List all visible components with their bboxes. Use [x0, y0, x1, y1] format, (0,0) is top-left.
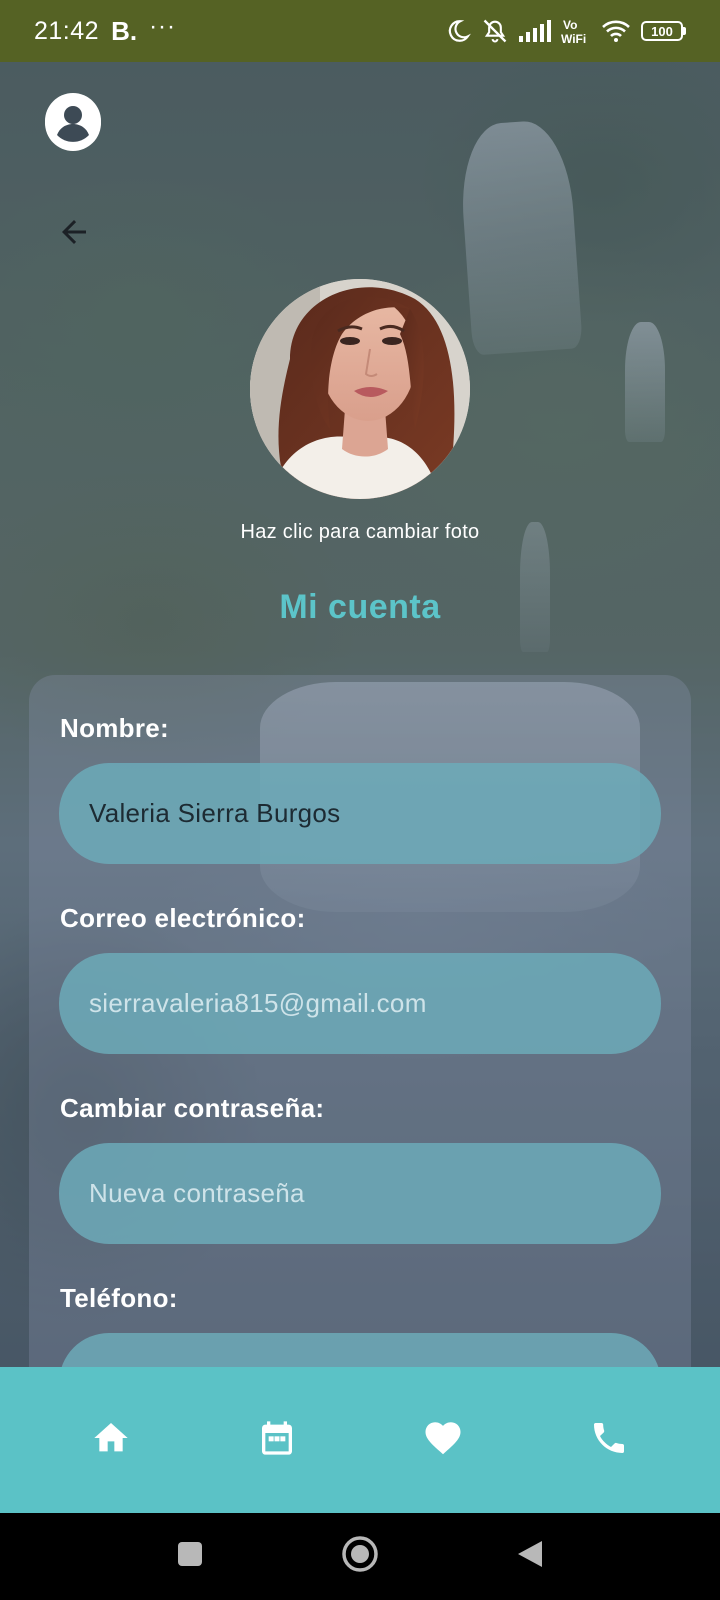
page-title: Mi cuenta	[279, 588, 441, 626]
nav-home-button[interactable]	[71, 1400, 151, 1480]
name-input[interactable]	[59, 763, 661, 864]
profile-portrait-image	[250, 279, 470, 499]
status-more-indicator: ···	[149, 13, 177, 40]
system-navigation-bar	[0, 1513, 720, 1600]
status-bar: 21:42 B. ··· Vo WiFi 100	[0, 0, 720, 62]
recents-button[interactable]	[165, 1532, 215, 1582]
back-button[interactable]	[52, 212, 96, 256]
status-time: 21:42	[34, 16, 100, 45]
moon-icon	[445, 18, 471, 44]
system-home-button[interactable]	[335, 1532, 385, 1582]
password-label: Cambiar contraseña:	[60, 1093, 325, 1123]
account-button[interactable]	[45, 92, 101, 154]
vowifi-icon: Vo WiFi	[561, 17, 591, 45]
home-icon	[91, 1418, 131, 1463]
svg-text:Vo: Vo	[563, 18, 577, 32]
bottom-navigation	[0, 1367, 720, 1513]
svg-text:WiFi: WiFi	[561, 32, 586, 45]
signal-icon	[519, 20, 551, 42]
system-back-button[interactable]	[505, 1532, 555, 1582]
mute-icon	[481, 17, 509, 45]
recents-icon	[177, 1541, 203, 1572]
email-label: Correo electrónico:	[60, 903, 306, 933]
battery-icon: 100	[641, 21, 686, 41]
phone-label: Teléfono:	[60, 1283, 178, 1313]
account-circle-icon	[45, 92, 101, 154]
new-password-input[interactable]	[59, 1143, 661, 1244]
heart-icon	[422, 1417, 464, 1464]
nav-favorites-button[interactable]	[403, 1400, 483, 1480]
profile-photo[interactable]	[250, 279, 470, 499]
wifi-icon	[601, 19, 631, 43]
nav-calendar-button[interactable]	[237, 1400, 317, 1480]
email-field[interactable]	[59, 953, 661, 1054]
nav-contact-button[interactable]	[569, 1400, 649, 1480]
arrow-back-icon	[56, 214, 92, 255]
phone-icon	[589, 1418, 629, 1463]
change-photo-hint[interactable]: Haz clic para cambiar foto	[0, 521, 720, 544]
calendar-icon	[257, 1418, 297, 1463]
home-circle-icon	[341, 1535, 379, 1578]
status-app-indicator: B.	[111, 15, 138, 46]
back-triangle-icon	[516, 1539, 544, 1574]
battery-level: 100	[641, 21, 683, 41]
name-label: Nombre:	[60, 713, 169, 743]
